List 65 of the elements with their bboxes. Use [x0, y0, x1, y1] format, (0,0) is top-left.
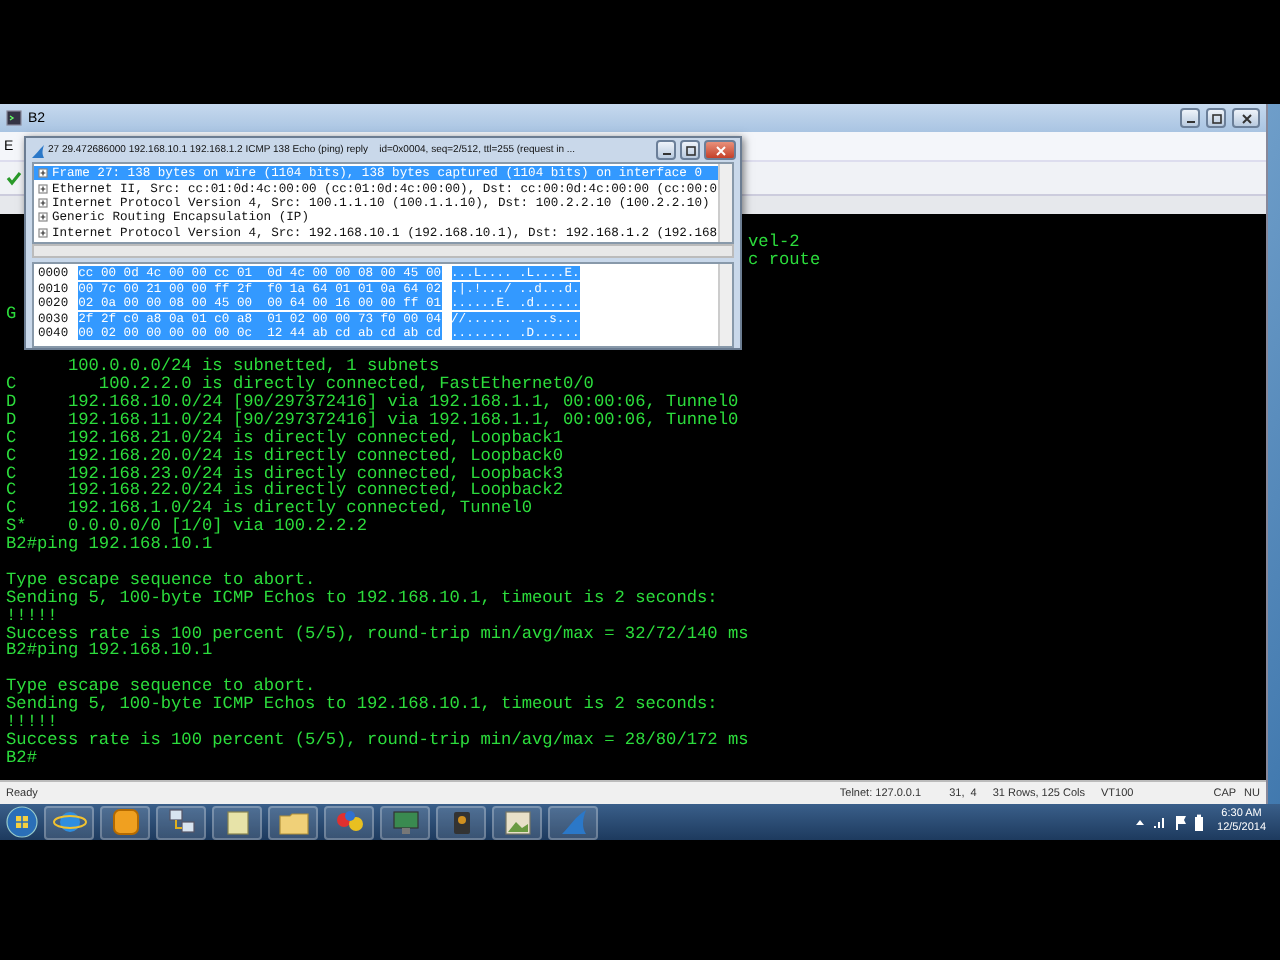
start-button[interactable] [6, 806, 38, 838]
taskbar-button[interactable] [324, 805, 374, 839]
close-icon [1241, 113, 1251, 123]
terminal-line: C 192.168.23.0/24 is directly connected, Loopback3 [6, 463, 563, 484]
terminal-line: !!!!! [6, 712, 58, 733]
terminal-line: Sending 5, 100-byte ICMP Echos to 192.168.10.1, timeout is 2 seconds: [6, 694, 718, 715]
close-button[interactable] [1232, 108, 1260, 128]
terminal-line: C 192.168.21.0/24 is directly connected, Loopback1 [6, 427, 563, 448]
terminal-line: C 100.2.2.0 is directly connected, FastEthernet0/0 [6, 374, 594, 395]
expand-icon[interactable] [38, 227, 48, 238]
terminal-line: B2#ping 192.168.10.1 [6, 640, 213, 661]
terminal-line: Success rate is 100 percent (5/5), round-trip min/avg/max = 32/72/140 ms [6, 623, 749, 644]
taskbar-button[interactable] [436, 805, 486, 839]
close-button[interactable] [704, 140, 736, 160]
scrollbar[interactable] [32, 244, 734, 258]
taskbar-button[interactable] [548, 805, 598, 839]
monitor-icon [387, 806, 423, 838]
terminal-line: C 192.168.1.0/24 is directly connected, Tunnel0 [6, 498, 533, 519]
terminal-line: Type escape sequence to abort. [6, 569, 316, 590]
app-icon [107, 806, 143, 838]
terminal-line: B2#ping 192.168.10.1 [6, 534, 213, 555]
terminal-icon [6, 110, 22, 126]
checkmark-icon[interactable] [6, 170, 22, 186]
battery-icon[interactable] [1193, 813, 1204, 831]
shark-fin-icon [30, 143, 44, 157]
terminal-line: Success rate is 100 percent (5/5), round-trip min/avg/max = 28/80/172 ms [6, 729, 749, 750]
close-icon [715, 145, 725, 155]
taskbar-button[interactable] [492, 805, 542, 839]
show-hidden-icons-icon[interactable] [1133, 816, 1146, 828]
browser-icon [51, 806, 87, 838]
terminal-line: D 192.168.10.0/24 [90/297372416] via 192.168.1.1, 00:00:06, Tunnel0 [6, 392, 739, 413]
taskbar-button[interactable] [44, 805, 94, 839]
terminal-line: vel-2 [748, 232, 800, 252]
maximize-icon [1211, 113, 1221, 123]
maximize-icon [685, 145, 695, 155]
photo-icon [499, 806, 535, 838]
signal-icon[interactable] [1151, 814, 1168, 830]
terminal-line: !!!!! [6, 605, 58, 626]
expand-icon[interactable] [38, 183, 48, 194]
taskbar-button[interactable] [268, 805, 318, 839]
maximize-button[interactable] [680, 140, 700, 160]
expand-icon[interactable] [38, 212, 48, 223]
terminal-line: Type escape sequence to abort. [6, 676, 316, 697]
taskbar-button[interactable] [212, 805, 262, 839]
expand-icon[interactable] [38, 197, 48, 208]
scrollbar[interactable] [718, 264, 732, 346]
scrollbar[interactable] [718, 164, 732, 242]
maximize-button[interactable] [1206, 108, 1226, 128]
network-icon [163, 806, 199, 838]
minimize-button[interactable] [656, 140, 676, 160]
terminal-line: C 192.168.20.0/24 is directly connected, Loopback0 [6, 445, 563, 466]
terminal-line: C 192.168.22.0/24 is directly connected, Loopback2 [6, 480, 563, 501]
taskbar-button[interactable] [380, 805, 430, 839]
minimize-button[interactable] [1180, 108, 1200, 128]
terminal-line: B2# [6, 747, 37, 768]
terminal-line: D 192.168.11.0/24 [90/297372416] via 192.168.1.1, 00:00:06, Tunnel0 [6, 409, 739, 430]
taskbar-button[interactable] [156, 805, 206, 839]
flag-icon[interactable] [1173, 814, 1188, 830]
expand-icon[interactable] [38, 168, 48, 179]
terminal-line: S* 0.0.0.0/0 [1/0] via 100.2.2.2 [6, 516, 367, 537]
terminal-line: c route [748, 249, 821, 270]
terminal-line: Sending 5, 100-byte ICMP Echos to 192.168.10.1, timeout is 2 seconds: [6, 587, 718, 608]
taskbar-button[interactable] [100, 805, 150, 839]
terminal-line: G [6, 303, 17, 324]
terminal-line: 100.0.0.0/24 is subnetted, 1 subnets [65, 356, 440, 377]
